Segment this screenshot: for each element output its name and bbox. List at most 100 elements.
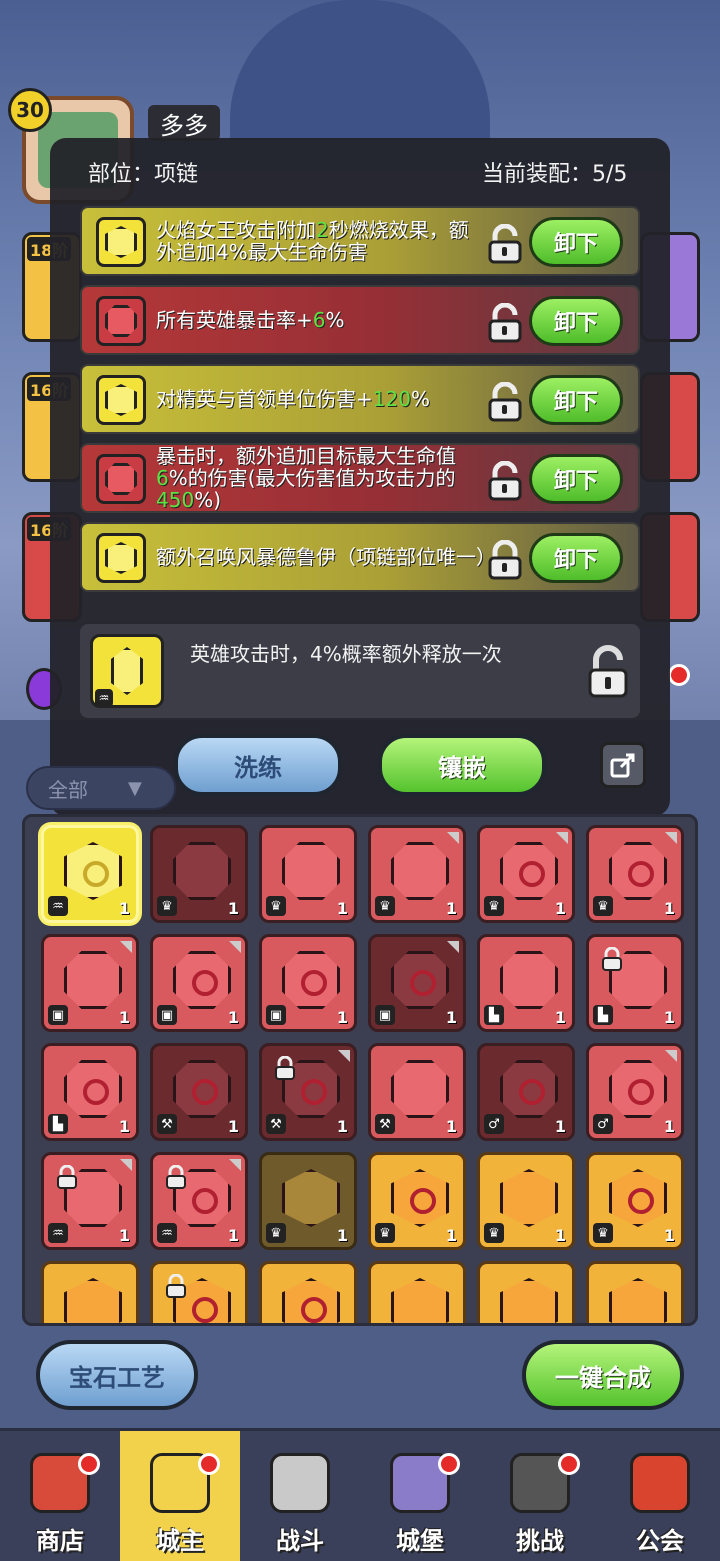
gem-count: 1 (118, 1117, 130, 1136)
gem-cell[interactable]: ▣ 1 (41, 934, 139, 1032)
part-type-icon: ♛ (484, 896, 504, 916)
equipped-gem-slot[interactable]: 火焰女王攻击附加2秒燃烧效果，额外追加4%最大生命伤害 卸下 (80, 206, 640, 276)
gem-cell[interactable]: ▙ 1 (586, 934, 684, 1032)
swirl-icon (301, 970, 327, 996)
gem-count: 1 (336, 1117, 348, 1136)
gem-cell[interactable]: ♂ 1 (477, 1043, 575, 1141)
gem-craft-button[interactable]: 宝石工艺 (36, 1340, 198, 1410)
part-type-icon: ♛ (375, 896, 395, 916)
equipped-gem-slot[interactable]: 额外召唤风暴德鲁伊（项链部位唯一） 卸下 (80, 522, 640, 592)
gem-cell[interactable] (259, 1261, 357, 1323)
unload-button[interactable]: 卸下 (529, 533, 623, 583)
gem-cell[interactable] (41, 1261, 139, 1323)
gem-cell[interactable]: ▣ 1 (368, 934, 466, 1032)
part-type-icon: ⚒ (157, 1114, 177, 1134)
equipped-gem-slot[interactable]: 对精英与首领单位伤害+120% 卸下 (80, 364, 640, 434)
gem-cell[interactable]: ⚒ 1 (259, 1043, 357, 1141)
selected-gem-detail: ♒ 英雄攻击时，4%概率额外释放一次 (80, 624, 640, 718)
unlock-icon[interactable] (486, 302, 524, 343)
gem-cell[interactable]: ♛ 1 (259, 825, 357, 923)
refine-button[interactable]: 洗练 (174, 734, 342, 796)
gem-cell[interactable]: ♛ 1 (586, 1152, 684, 1250)
new-corner-marker (229, 1159, 241, 1171)
gem-effect-text: 对精英与首领单位伤害+120% (156, 387, 430, 411)
gem-cell[interactable]: ♛ 1 (368, 825, 466, 923)
lock-icon (56, 1164, 78, 1189)
bottom-nav: 商店 城主 战斗 城堡 挑战 公会 (0, 1428, 720, 1561)
gem-cell[interactable]: ⚒ 1 (368, 1043, 466, 1141)
swirl-icon (192, 970, 218, 996)
gem-cell[interactable]: ♛ 1 (368, 1152, 466, 1250)
lock-icon (165, 1273, 187, 1298)
gem-cell[interactable]: ▣ 1 (259, 934, 357, 1032)
nav-item[interactable]: 城主 (120, 1431, 240, 1561)
gem-count: 1 (663, 1008, 675, 1027)
hexagon-gem-icon (609, 1278, 667, 1323)
gem-cell[interactable]: ⚒ 1 (150, 1043, 248, 1141)
gem-cell[interactable]: ♛ 1 (477, 1152, 575, 1250)
gem-cell[interactable] (586, 1261, 684, 1323)
gem-cell[interactable] (368, 1261, 466, 1323)
gem-count: 1 (554, 899, 566, 918)
notification-dot (558, 1453, 580, 1475)
lock-icon[interactable] (486, 539, 524, 580)
nav-item[interactable]: 挑战 (480, 1431, 600, 1561)
gem-count: 1 (227, 1008, 239, 1027)
hexagon-gem-icon (282, 1169, 340, 1227)
gem-cell[interactable]: ♂ 1 (586, 1043, 684, 1141)
equipped-gem-slot[interactable]: 暴击时，额外追加目标最大生命值6%的伤害(最大伤害值为攻击力的450%) 卸下 (80, 443, 640, 513)
swirl-icon (192, 1188, 218, 1214)
nav-item[interactable]: 战斗 (240, 1431, 360, 1561)
nav-item[interactable]: 商店 (0, 1431, 120, 1561)
share-icon[interactable] (600, 742, 646, 788)
notification-dot (78, 1453, 100, 1475)
swirl-icon (628, 861, 654, 887)
new-corner-marker (120, 941, 132, 953)
octagon-gem-icon (173, 951, 231, 1009)
gem-cell[interactable]: ♒ 1 (150, 1152, 248, 1250)
gem-cell[interactable] (477, 1261, 575, 1323)
gem-cell[interactable]: ♒ 1 (41, 1152, 139, 1250)
gem-count: 1 (227, 899, 239, 918)
gem-cell[interactable]: ♛ 1 (586, 825, 684, 923)
octagon-gem-icon (609, 1060, 667, 1118)
swirl-icon (628, 1079, 654, 1105)
equipped-gem-slot[interactable]: 所有英雄暴击率+6% 卸下 (80, 285, 640, 355)
gem-cell[interactable] (150, 1261, 248, 1323)
gem-count: 1 (554, 1117, 566, 1136)
nav-item[interactable]: 城堡 (360, 1431, 480, 1561)
gem-count: 1 (554, 1008, 566, 1027)
gem-cell[interactable]: ♒ 1 (41, 825, 139, 923)
unload-button[interactable]: 卸下 (529, 375, 623, 425)
unlock-icon[interactable] (486, 223, 524, 264)
gem-cell[interactable]: ▙ 1 (41, 1043, 139, 1141)
yellow-burst-gem-icon (96, 533, 146, 583)
inlay-button[interactable]: 镶嵌 (378, 734, 546, 796)
gem-count: 1 (227, 1117, 239, 1136)
gem-cell[interactable]: ▣ 1 (150, 934, 248, 1032)
unload-button[interactable]: 卸下 (529, 217, 623, 267)
octagon-gem-icon (500, 951, 558, 1009)
unlock-icon[interactable] (584, 644, 632, 700)
nav-icon (630, 1453, 690, 1513)
swirl-icon (628, 1188, 654, 1214)
gem-cell[interactable]: ▙ 1 (477, 934, 575, 1032)
unload-button[interactable]: 卸下 (529, 454, 623, 504)
nav-label: 商店 (36, 1527, 84, 1555)
filter-dropdown[interactable]: 全部 ▼ (26, 766, 176, 810)
swirl-icon (192, 1297, 218, 1323)
nav-label: 公会 (636, 1527, 684, 1555)
swirl-icon (519, 1079, 545, 1105)
gem-cell[interactable]: ♛ 1 (259, 1152, 357, 1250)
gem-count: 1 (663, 1117, 675, 1136)
selected-gem-description: 英雄攻击时，4%概率额外释放一次 (190, 642, 502, 666)
unlock-icon[interactable] (486, 381, 524, 422)
gem-cell[interactable]: ♛ 1 (150, 825, 248, 923)
one-click-merge-button[interactable]: 一键合成 (522, 1340, 684, 1410)
hexagon-gem-icon (391, 1169, 449, 1227)
gem-cell[interactable]: ♛ 1 (477, 825, 575, 923)
nav-item[interactable]: 公会 (600, 1431, 720, 1561)
part-type-icon: ♛ (157, 896, 177, 916)
unload-button[interactable]: 卸下 (529, 296, 623, 346)
unlock-icon[interactable] (486, 460, 524, 501)
